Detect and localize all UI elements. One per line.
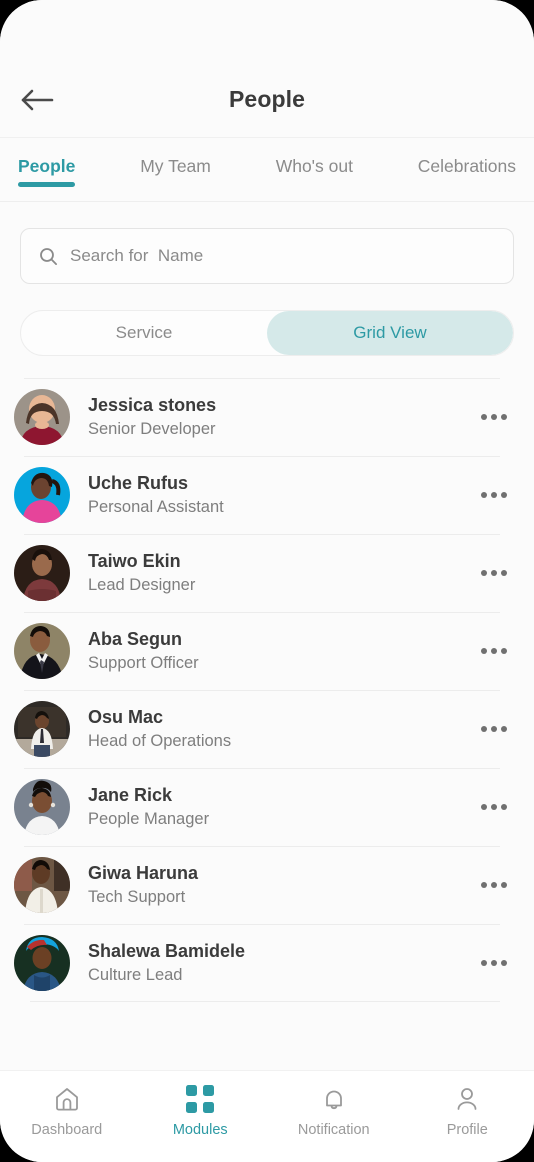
tab-my-team[interactable]: My Team	[140, 156, 211, 191]
avatar	[14, 701, 70, 757]
person-name: Uche Rufus	[88, 473, 189, 494]
person-text: Taiwo Ekin Lead Designer	[88, 549, 474, 596]
list-item[interactable]: Osu Mac Head of Operations	[0, 690, 534, 768]
bell-icon	[325, 1090, 342, 1110]
arrow-left-icon	[21, 89, 54, 110]
more-options-icon[interactable]	[474, 787, 514, 827]
app-header: People	[0, 62, 534, 138]
person-text: Shalewa Bamidele Culture Lead	[88, 939, 474, 986]
grid-icon	[186, 1085, 215, 1113]
person-text: Aba Segun Support Officer	[88, 627, 474, 674]
person-name: Aba Segun	[88, 629, 183, 650]
nav-label: Dashboard	[31, 1122, 103, 1138]
page-title: People	[228, 86, 305, 112]
nav-label: Profile	[446, 1122, 488, 1138]
status-bar-spacer	[0, 0, 534, 62]
segment-grid-view[interactable]: Grid View	[267, 311, 513, 355]
search-input[interactable]	[70, 246, 495, 266]
avatar	[14, 389, 70, 445]
view-toggle: Service Grid View	[20, 310, 514, 356]
person-name: Giwa Haruna	[88, 863, 199, 884]
tab-people[interactable]: People	[18, 156, 76, 191]
more-options-icon[interactable]	[474, 709, 514, 749]
person-role: Personal Assistant	[88, 497, 224, 516]
search-section	[0, 202, 534, 284]
person-role: Support Officer	[88, 653, 199, 672]
more-options-icon[interactable]	[474, 475, 514, 515]
list-item[interactable]: Aba Segun Support Officer	[0, 612, 534, 690]
avatar	[14, 857, 70, 913]
avatar	[14, 623, 70, 679]
person-icon	[457, 1088, 477, 1110]
back-button[interactable]	[14, 80, 62, 120]
person-text: Uche Rufus Personal Assistant	[88, 471, 474, 518]
home-icon	[55, 1088, 78, 1111]
person-role: Tech Support	[88, 887, 186, 906]
search-icon	[40, 247, 58, 265]
segment-service[interactable]: Service	[21, 311, 267, 355]
more-options-icon[interactable]	[474, 631, 514, 671]
nav-item-notification[interactable]: Notification	[267, 1085, 401, 1138]
person-text: Jane Rick People Manager	[88, 783, 474, 830]
view-toggle-section: Service Grid View	[0, 284, 534, 356]
avatar	[14, 779, 70, 835]
search-box[interactable]	[20, 228, 514, 284]
list-item[interactable]: Shalewa Bamidele Culture Lead	[0, 924, 534, 1002]
person-text: Giwa Haruna Tech Support	[88, 861, 474, 908]
more-options-icon[interactable]	[474, 943, 514, 983]
person-name: Taiwo Ekin	[88, 551, 181, 572]
person-text: Jessica stones Senior Developer	[88, 393, 474, 440]
phone-screen: People People My Team Who's out Celebrat…	[0, 0, 534, 1162]
list-item[interactable]: Jane Rick People Manager	[0, 768, 534, 846]
person-role: Culture Lead	[88, 965, 183, 984]
more-options-icon[interactable]	[474, 865, 514, 905]
list-item[interactable]: Taiwo Ekin Lead Designer	[0, 534, 534, 612]
tab-celebrations[interactable]: Celebrations	[418, 156, 516, 191]
person-role: People Manager	[88, 809, 210, 828]
avatar	[14, 467, 70, 523]
person-role: Lead Designer	[88, 575, 196, 594]
person-name: Jessica stones	[88, 395, 217, 416]
person-name: Shalewa Bamidele	[88, 941, 246, 962]
person-role: Head of Operations	[88, 731, 232, 750]
tab-whos-out[interactable]: Who's out	[276, 156, 353, 191]
avatar	[14, 545, 70, 601]
nav-item-dashboard[interactable]: Dashboard	[0, 1085, 134, 1138]
list-item[interactable]: Uche Rufus Personal Assistant	[0, 456, 534, 534]
tab-bar: People My Team Who's out Celebrations	[0, 138, 534, 202]
person-name: Osu Mac	[88, 707, 164, 728]
person-role: Senior Developer	[88, 419, 216, 438]
person-name: Jane Rick	[88, 785, 173, 806]
more-options-icon[interactable]	[474, 397, 514, 437]
more-options-icon[interactable]	[474, 553, 514, 593]
avatar	[14, 935, 70, 991]
list-item[interactable]: Jessica stones Senior Developer	[0, 378, 534, 456]
list-item[interactable]: Giwa Haruna Tech Support	[0, 846, 534, 924]
nav-label: Notification	[297, 1122, 370, 1138]
person-text: Osu Mac Head of Operations	[88, 705, 474, 752]
nav-item-profile[interactable]: Profile	[401, 1085, 534, 1138]
nav-item-modules[interactable]: Modules	[134, 1085, 268, 1138]
people-list: Jessica stones Senior Developer Uche Ruf…	[0, 356, 534, 1070]
nav-label: Modules	[172, 1122, 228, 1138]
bottom-navigation: Dashboard Modules Notification Profile	[0, 1070, 534, 1162]
